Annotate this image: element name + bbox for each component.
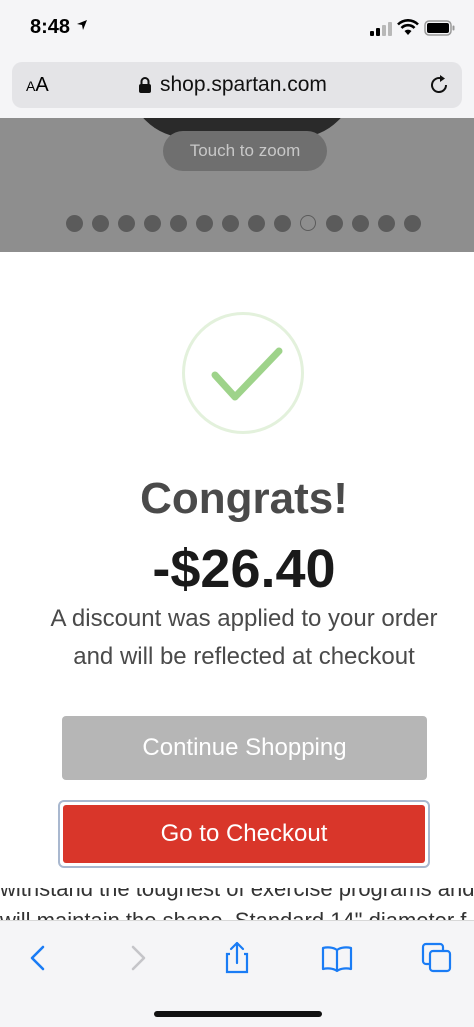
back-icon[interactable]: [22, 941, 56, 975]
congrats-title: Congrats!: [140, 474, 348, 523]
pagination-dot[interactable]: [66, 215, 83, 232]
url-text[interactable]: shop.spartan.com: [160, 73, 327, 97]
gallery-pagination[interactable]: [66, 215, 426, 235]
go-to-checkout-button[interactable]: Go to Checkout: [63, 805, 425, 863]
pagination-dot[interactable]: [92, 215, 109, 232]
pagination-dot[interactable]: [352, 215, 369, 232]
reload-icon[interactable]: [428, 74, 450, 96]
pagination-dot[interactable]: [118, 215, 135, 232]
discount-message-line2: and will be reflected at checkout: [73, 643, 415, 670]
pagination-dot[interactable]: [196, 215, 213, 232]
checkmark-icon: [211, 347, 283, 401]
home-indicator: [154, 1011, 322, 1017]
lock-icon: [139, 77, 151, 93]
pagination-dot[interactable]: [144, 215, 161, 232]
address-bar[interactable]: AA shop.spartan.com: [12, 62, 462, 108]
pagination-dot-active[interactable]: [300, 215, 316, 231]
background-page-text: withstand the toughest of exercise progr…: [0, 888, 474, 922]
pagination-dot[interactable]: [326, 215, 343, 232]
pagination-dot[interactable]: [404, 215, 421, 232]
location-arrow-icon: [77, 20, 87, 30]
pagination-dot[interactable]: [170, 215, 187, 232]
status-time: 8:48: [30, 16, 71, 38]
pagination-dot[interactable]: [248, 215, 265, 232]
discount-message-line1: A discount was applied to your order: [50, 605, 438, 632]
success-check-circle: [182, 312, 304, 434]
forward-icon[interactable]: [120, 941, 154, 975]
continue-shopping-button[interactable]: Continue Shopping: [62, 716, 427, 780]
pagination-dot[interactable]: [274, 215, 291, 232]
tabs-icon[interactable]: [420, 941, 454, 975]
text-size-button[interactable]: AA: [26, 74, 49, 97]
discount-message: A discount was applied to your order and…: [0, 600, 474, 676]
bookmarks-icon[interactable]: [320, 941, 354, 975]
pagination-dot[interactable]: [222, 215, 239, 232]
battery-icon: [424, 20, 455, 36]
cellular-signal-icon: [370, 22, 392, 36]
browser-toolbar: [0, 920, 474, 1027]
zoom-hint: Touch to zoom: [163, 131, 327, 171]
wifi-icon: [397, 19, 419, 35]
pagination-dot[interactable]: [378, 215, 395, 232]
checkout-button-focus-ring: Go to Checkout: [58, 800, 430, 868]
status-bar: 8:48: [0, 0, 474, 58]
share-icon[interactable]: [220, 941, 254, 975]
discount-amount: -$26.40: [152, 539, 336, 599]
product-image-gallery[interactable]: Touch to zoom: [0, 118, 474, 252]
address-bar-area: AA shop.spartan.com: [0, 58, 474, 118]
background-text-line: withstand the toughest of exercise progr…: [0, 888, 474, 901]
